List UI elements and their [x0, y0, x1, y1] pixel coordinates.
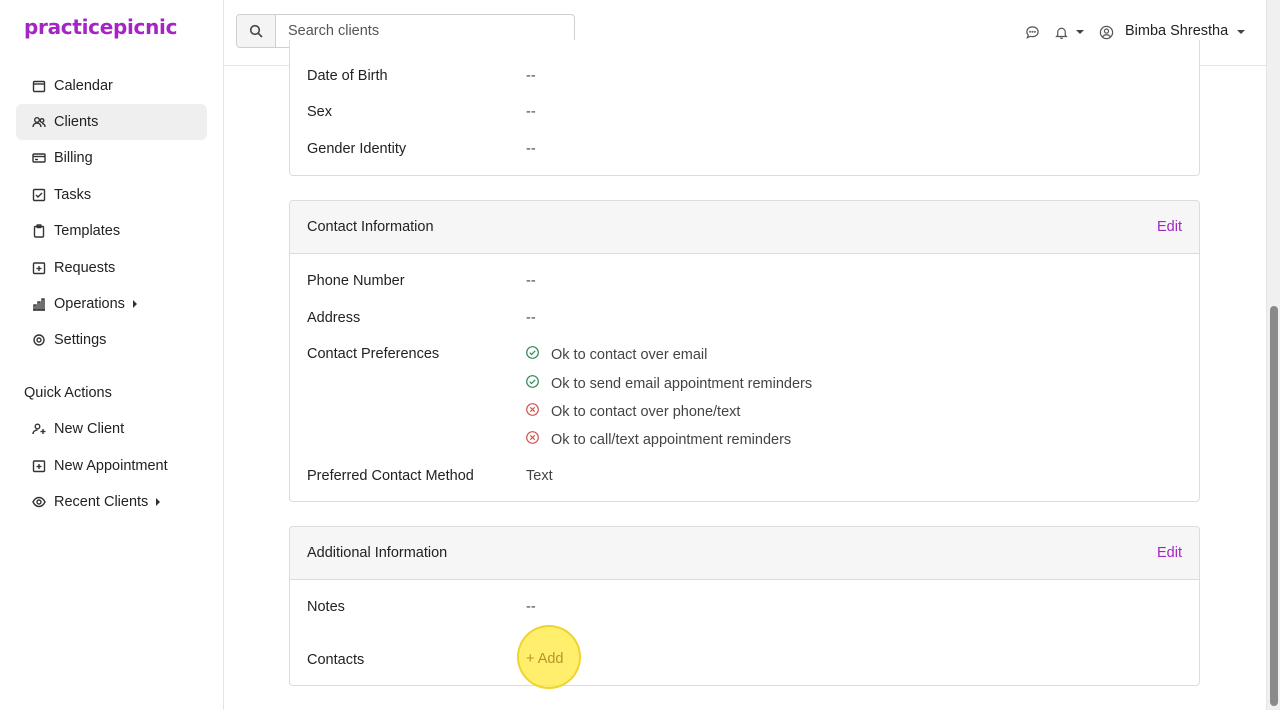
- additional-edit-link[interactable]: Edit: [1157, 545, 1182, 561]
- app-logo[interactable]: practicepicnic: [24, 15, 177, 39]
- sidebar-item-label: Recent Clients: [54, 494, 149, 510]
- additional-info-card: Additional Information Edit Notes -- Con…: [289, 526, 1200, 686]
- user-name[interactable]: Bimba Shrestha: [1125, 23, 1228, 39]
- contacts-label: Contacts: [307, 652, 365, 668]
- pref-item: Ok to call/text appointment reminders: [526, 431, 791, 448]
- additional-info-header: Additional Information Edit: [290, 527, 1199, 580]
- sidebar-item-label: Clients: [54, 114, 99, 130]
- search-button[interactable]: [237, 15, 276, 47]
- sidebar-item-requests[interactable]: Requests: [16, 250, 207, 286]
- calendar-plus-icon: [32, 261, 46, 275]
- quick-action-new-client[interactable]: New Client: [16, 411, 207, 447]
- sidebar-item-label: Operations: [54, 296, 125, 312]
- preferred-method-value: Text: [526, 468, 553, 484]
- contact-info-title: Contact Information: [307, 219, 434, 235]
- pref-text: Ok to send email appointment reminders: [551, 375, 813, 392]
- personal-info-card: Date of Birth -- Sex -- Gender Identity …: [289, 40, 1200, 176]
- quick-action-new-appointment[interactable]: New Appointment: [16, 448, 207, 484]
- sidebar-item-settings[interactable]: Settings: [16, 322, 207, 358]
- contact-preferences-label: Contact Preferences: [307, 346, 440, 362]
- search-icon: [249, 24, 263, 38]
- sidebar-item-label: Templates: [54, 223, 121, 239]
- sidebar-item-label: Calendar: [54, 78, 113, 94]
- scrollbar[interactable]: [1266, 0, 1280, 710]
- caret-right-icon: [132, 300, 137, 308]
- dob-label: Date of Birth: [307, 68, 388, 84]
- notes-value: --: [526, 599, 536, 615]
- notifications-dropdown-caret[interactable]: [1076, 30, 1084, 34]
- pref-item: Ok to contact over phone/text: [526, 403, 740, 420]
- sidebar-item-label: New Client: [54, 421, 125, 437]
- bell-icon[interactable]: [1053, 24, 1069, 40]
- checkbox-icon: [32, 188, 46, 202]
- phone-value: --: [526, 273, 536, 289]
- user-plus-icon: [32, 422, 46, 436]
- sidebar-item-templates[interactable]: Templates: [16, 213, 207, 249]
- sidebar: practicepicnic Calendar Clients Billing …: [0, 0, 224, 710]
- scrollbar-thumb[interactable]: [1270, 306, 1278, 706]
- sidebar-item-label: Requests: [54, 260, 116, 276]
- pref-text: Ok to contact over phone/text: [551, 403, 741, 420]
- pref-item: Ok to contact over email: [526, 346, 707, 363]
- pref-text: Ok to contact over email: [551, 346, 708, 363]
- check-circle-icon: [526, 346, 551, 363]
- dob-value: --: [526, 68, 536, 84]
- additional-info-title: Additional Information: [307, 545, 448, 561]
- add-contact-link[interactable]: + Add: [526, 651, 564, 667]
- sidebar-item-label: Settings: [54, 332, 107, 348]
- pref-item: Ok to send email appointment reminders: [526, 375, 812, 392]
- address-value: --: [526, 310, 536, 326]
- sidebar-item-tasks[interactable]: Tasks: [16, 177, 207, 213]
- phone-label: Phone Number: [307, 273, 405, 289]
- quick-action-recent-clients[interactable]: Recent Clients: [16, 484, 207, 520]
- notes-label: Notes: [307, 599, 345, 615]
- x-circle-icon: [526, 431, 551, 448]
- preferred-method-label: Preferred Contact Method: [307, 468, 474, 484]
- sidebar-item-billing[interactable]: Billing: [16, 140, 207, 176]
- pref-text: Ok to call/text appointment reminders: [551, 431, 792, 448]
- sidebar-item-label: Tasks: [54, 187, 92, 203]
- caret-right-icon: [156, 498, 161, 506]
- sex-label: Sex: [307, 104, 332, 120]
- sidebar-item-label: New Appointment: [54, 458, 168, 474]
- credit-card-icon: [32, 151, 46, 165]
- contact-info-card: Contact Information Edit Phone Number --…: [289, 200, 1200, 502]
- users-icon: [32, 115, 46, 129]
- clipboard-icon: [32, 224, 46, 238]
- contact-info-header: Contact Information Edit: [290, 201, 1199, 254]
- x-circle-icon: [526, 403, 551, 420]
- sex-value: --: [526, 104, 536, 120]
- user-menu-caret[interactable]: [1237, 30, 1245, 34]
- sidebar-item-calendar[interactable]: Calendar: [16, 68, 207, 104]
- sidebar-item-label: Billing: [54, 150, 93, 166]
- contact-edit-link[interactable]: Edit: [1157, 219, 1182, 235]
- gender-identity-value: --: [526, 141, 536, 157]
- calendar-plus-icon: [32, 459, 46, 473]
- user-circle-icon[interactable]: [1098, 24, 1114, 40]
- calendar-icon: [32, 79, 46, 93]
- eye-icon: [32, 495, 46, 509]
- address-label: Address: [307, 310, 361, 326]
- check-circle-icon: [526, 375, 551, 392]
- gear-icon: [32, 333, 46, 347]
- gender-identity-label: Gender Identity: [307, 141, 407, 157]
- quick-actions-title: Quick Actions: [24, 385, 112, 401]
- sidebar-item-operations[interactable]: Operations: [16, 286, 207, 322]
- chat-icon[interactable]: [1024, 24, 1040, 40]
- sidebar-item-clients[interactable]: Clients: [16, 104, 207, 140]
- bar-chart-icon: [32, 297, 46, 311]
